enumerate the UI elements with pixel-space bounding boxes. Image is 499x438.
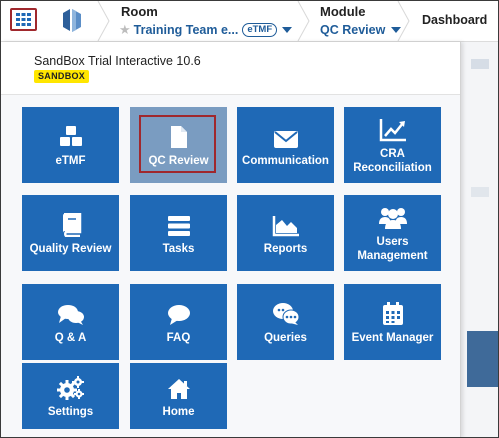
background-content-block	[467, 331, 498, 387]
tile-etmf[interactable]: eTMF	[22, 107, 119, 183]
tile-queries[interactable]: Queries	[237, 284, 334, 360]
gears-icon	[56, 375, 84, 400]
envelope-icon	[273, 130, 298, 148]
tile-label: Event Manager	[351, 331, 434, 344]
selection-highlight	[139, 115, 216, 173]
tile-label: Quality Review	[29, 242, 112, 255]
area-chart-icon	[272, 215, 299, 236]
top-navigation-bar: Room ★ Training Team e... eTMF Module QC…	[1, 1, 498, 42]
menu-header: SandBox Trial Interactive 10.6 SANDBOX	[1, 42, 460, 95]
module-name[interactable]: QC Review	[320, 23, 385, 37]
tile-qc-review[interactable]: QC Review	[130, 107, 227, 183]
users-icon	[378, 207, 407, 229]
app-window: Room ★ Training Team e... eTMF Module QC…	[0, 0, 499, 438]
background-content-block	[471, 187, 489, 197]
app-launcher-menu: SandBox Trial Interactive 10.6 SANDBOX e…	[1, 42, 461, 437]
chat-dots-icon	[272, 302, 299, 325]
environment-badge: SANDBOX	[34, 70, 90, 83]
breadcrumb-separator	[397, 1, 410, 41]
book-icon	[62, 212, 81, 237]
breadcrumb-separator	[297, 1, 310, 41]
tile-users-management[interactable]: Users Management	[344, 195, 441, 271]
favorite-star-icon[interactable]: ★	[119, 22, 131, 38]
room-type-badge: eTMF	[242, 23, 278, 37]
tile-label: Reconciliation	[353, 161, 432, 174]
module-label: Module	[320, 4, 366, 19]
tile-label: Settings	[47, 405, 94, 418]
tile-label: FAQ	[166, 331, 191, 344]
app-version-title: SandBox Trial Interactive 10.6	[34, 54, 201, 68]
breadcrumb-separator	[97, 1, 110, 41]
tile-communication[interactable]: Communication	[237, 107, 334, 183]
breadcrumb-dashboard[interactable]: Dashboard	[422, 13, 487, 27]
tile-faq[interactable]: FAQ	[130, 284, 227, 360]
grid-icon	[16, 13, 31, 26]
trend-chart-icon	[379, 118, 406, 141]
tile-quality-review[interactable]: Quality Review	[22, 195, 119, 271]
tile-label: Q & A	[54, 331, 87, 344]
tasks-icon	[167, 215, 190, 236]
tile-label: Queries	[264, 331, 307, 344]
calendar-icon	[382, 301, 403, 325]
room-label: Room	[121, 4, 158, 19]
tile-home[interactable]: Home	[130, 363, 227, 429]
room-name[interactable]: Training Team e...	[134, 23, 239, 37]
tile-label: eTMF	[55, 154, 86, 167]
tile-cra-reconciliation[interactable]: CRA Reconciliation	[344, 107, 441, 183]
speech-bubble-icon	[167, 304, 190, 325]
tile-label: Communication	[242, 154, 329, 167]
tile-settings[interactable]: Settings	[22, 363, 119, 429]
tile-label: Home	[162, 405, 195, 418]
background-content-block	[471, 59, 489, 69]
room-selector[interactable]: Room ★ Training Team e... eTMF	[119, 4, 299, 40]
tile-label: Reports	[263, 242, 308, 255]
tile-event-manager[interactable]: Event Manager	[344, 284, 441, 360]
brand-logo[interactable]	[59, 5, 85, 35]
tile-tasks[interactable]: Tasks	[130, 195, 227, 271]
tile-label: Management	[357, 249, 428, 262]
cubes-icon	[59, 125, 82, 146]
tile-label: Users	[376, 235, 409, 248]
chat-bubbles-icon	[57, 304, 84, 325]
module-selector[interactable]: Module QC Review	[319, 4, 402, 40]
tile-q-and-a[interactable]: Q & A	[22, 284, 119, 360]
tile-label: CRA	[380, 147, 405, 160]
chevron-down-icon[interactable]	[282, 27, 293, 33]
app-launcher-button[interactable]	[10, 8, 37, 31]
home-icon	[167, 378, 190, 399]
tile-reports[interactable]: Reports	[237, 195, 334, 271]
tile-label: Tasks	[162, 242, 195, 255]
